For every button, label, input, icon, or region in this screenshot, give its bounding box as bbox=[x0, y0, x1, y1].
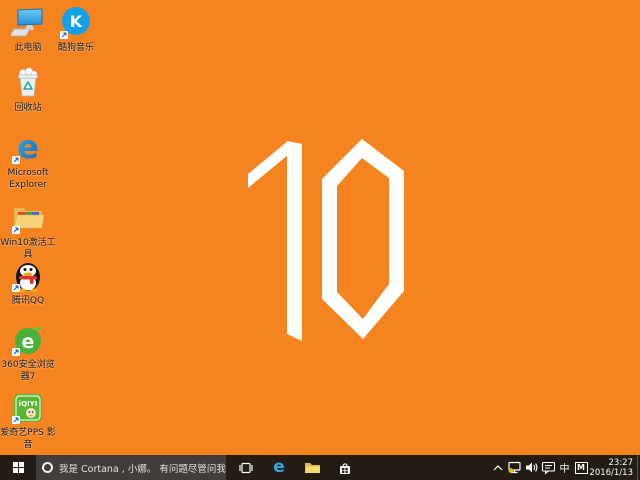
store-button[interactable] bbox=[329, 455, 361, 480]
network-warning-icon bbox=[507, 460, 522, 475]
recycle-bin-icon bbox=[11, 66, 45, 100]
ime-badge: M bbox=[575, 462, 588, 474]
taskbar-clock[interactable]: 23:27 2016/1/13 bbox=[590, 455, 637, 480]
clock-date: 2016/1/13 bbox=[589, 468, 633, 478]
iqiyi-pps-icon: iQIYI bbox=[11, 391, 45, 425]
svg-text:e: e bbox=[17, 131, 39, 165]
cortana-icon bbox=[42, 462, 53, 473]
edge-icon: e bbox=[273, 459, 285, 476]
this-pc-icon bbox=[11, 6, 45, 40]
desktop-icon-kugou-music[interactable]: K 酷狗音乐 bbox=[48, 6, 104, 54]
desktop-icon-tencent-qq[interactable]: 腾讯QQ bbox=[0, 259, 56, 307]
task-view-icon bbox=[238, 460, 254, 476]
svg-text:iQIYI: iQIYI bbox=[19, 400, 38, 408]
icon-label: 回收站 bbox=[0, 102, 56, 114]
icon-label: Microsoft Explorer bbox=[0, 167, 56, 191]
desktop-icon-iqiyi-pps[interactable]: iQIYI 爱奇艺PPS 影音 bbox=[0, 391, 56, 451]
action-center-button[interactable] bbox=[540, 455, 557, 480]
chevron-up-icon bbox=[492, 462, 504, 474]
windows-logo-icon bbox=[13, 462, 24, 473]
hidden-icons-button[interactable] bbox=[490, 455, 506, 480]
icon-label: 腾讯QQ bbox=[0, 295, 56, 307]
clock-time: 23:27 bbox=[609, 458, 634, 468]
windows-10-logo bbox=[230, 130, 415, 350]
edge-taskbar-button[interactable]: e bbox=[263, 455, 295, 480]
folder-icon bbox=[11, 201, 45, 235]
search-placeholder-text: 我是 Cortana , 小娜。 有问题尽管问我。 bbox=[59, 461, 226, 475]
svg-text:K: K bbox=[70, 12, 83, 31]
svg-text:e: e bbox=[22, 331, 35, 353]
kugou-music-icon: K bbox=[59, 6, 93, 40]
qq-penguin-icon bbox=[11, 259, 45, 293]
taskbar: 我是 Cortana , 小娜。 有问题尽管问我。 e bbox=[0, 455, 640, 480]
action-center-icon bbox=[541, 460, 556, 475]
edge-browser-icon: e bbox=[11, 131, 45, 165]
desktop-icon-microsoft-explorer[interactable]: e Microsoft Explorer bbox=[0, 131, 56, 191]
task-view-button[interactable] bbox=[230, 455, 262, 480]
network-status-button[interactable] bbox=[506, 455, 523, 480]
store-icon bbox=[337, 460, 353, 476]
ime-language-button[interactable]: M bbox=[572, 455, 590, 480]
start-button[interactable] bbox=[0, 455, 36, 480]
speaker-icon bbox=[524, 460, 539, 475]
desktop-surface[interactable]: 此电脑 K 酷狗音乐 回收站 e Microsoft Explo bbox=[0, 0, 640, 480]
file-explorer-button[interactable] bbox=[296, 455, 328, 480]
desktop-icon-win10-activator[interactable]: Win10激活工具 bbox=[0, 201, 56, 261]
cortana-search-box[interactable]: 我是 Cortana , 小娜。 有问题尽管问我。 bbox=[36, 455, 226, 480]
360-browser-icon: e bbox=[11, 323, 45, 357]
icon-label: Win10激活工具 bbox=[0, 237, 56, 261]
desktop-icon-360-browser[interactable]: e 360安全浏览器7 bbox=[0, 323, 56, 383]
ime-mode-indicator[interactable]: 中 bbox=[557, 455, 572, 480]
icon-label: 爱奇艺PPS 影音 bbox=[0, 427, 56, 451]
icon-label: 酷狗音乐 bbox=[48, 42, 104, 54]
volume-button[interactable] bbox=[523, 455, 540, 480]
icon-label: 360安全浏览器7 bbox=[0, 359, 56, 383]
file-explorer-icon bbox=[304, 460, 321, 476]
desktop-icon-recycle-bin[interactable]: 回收站 bbox=[0, 66, 56, 114]
